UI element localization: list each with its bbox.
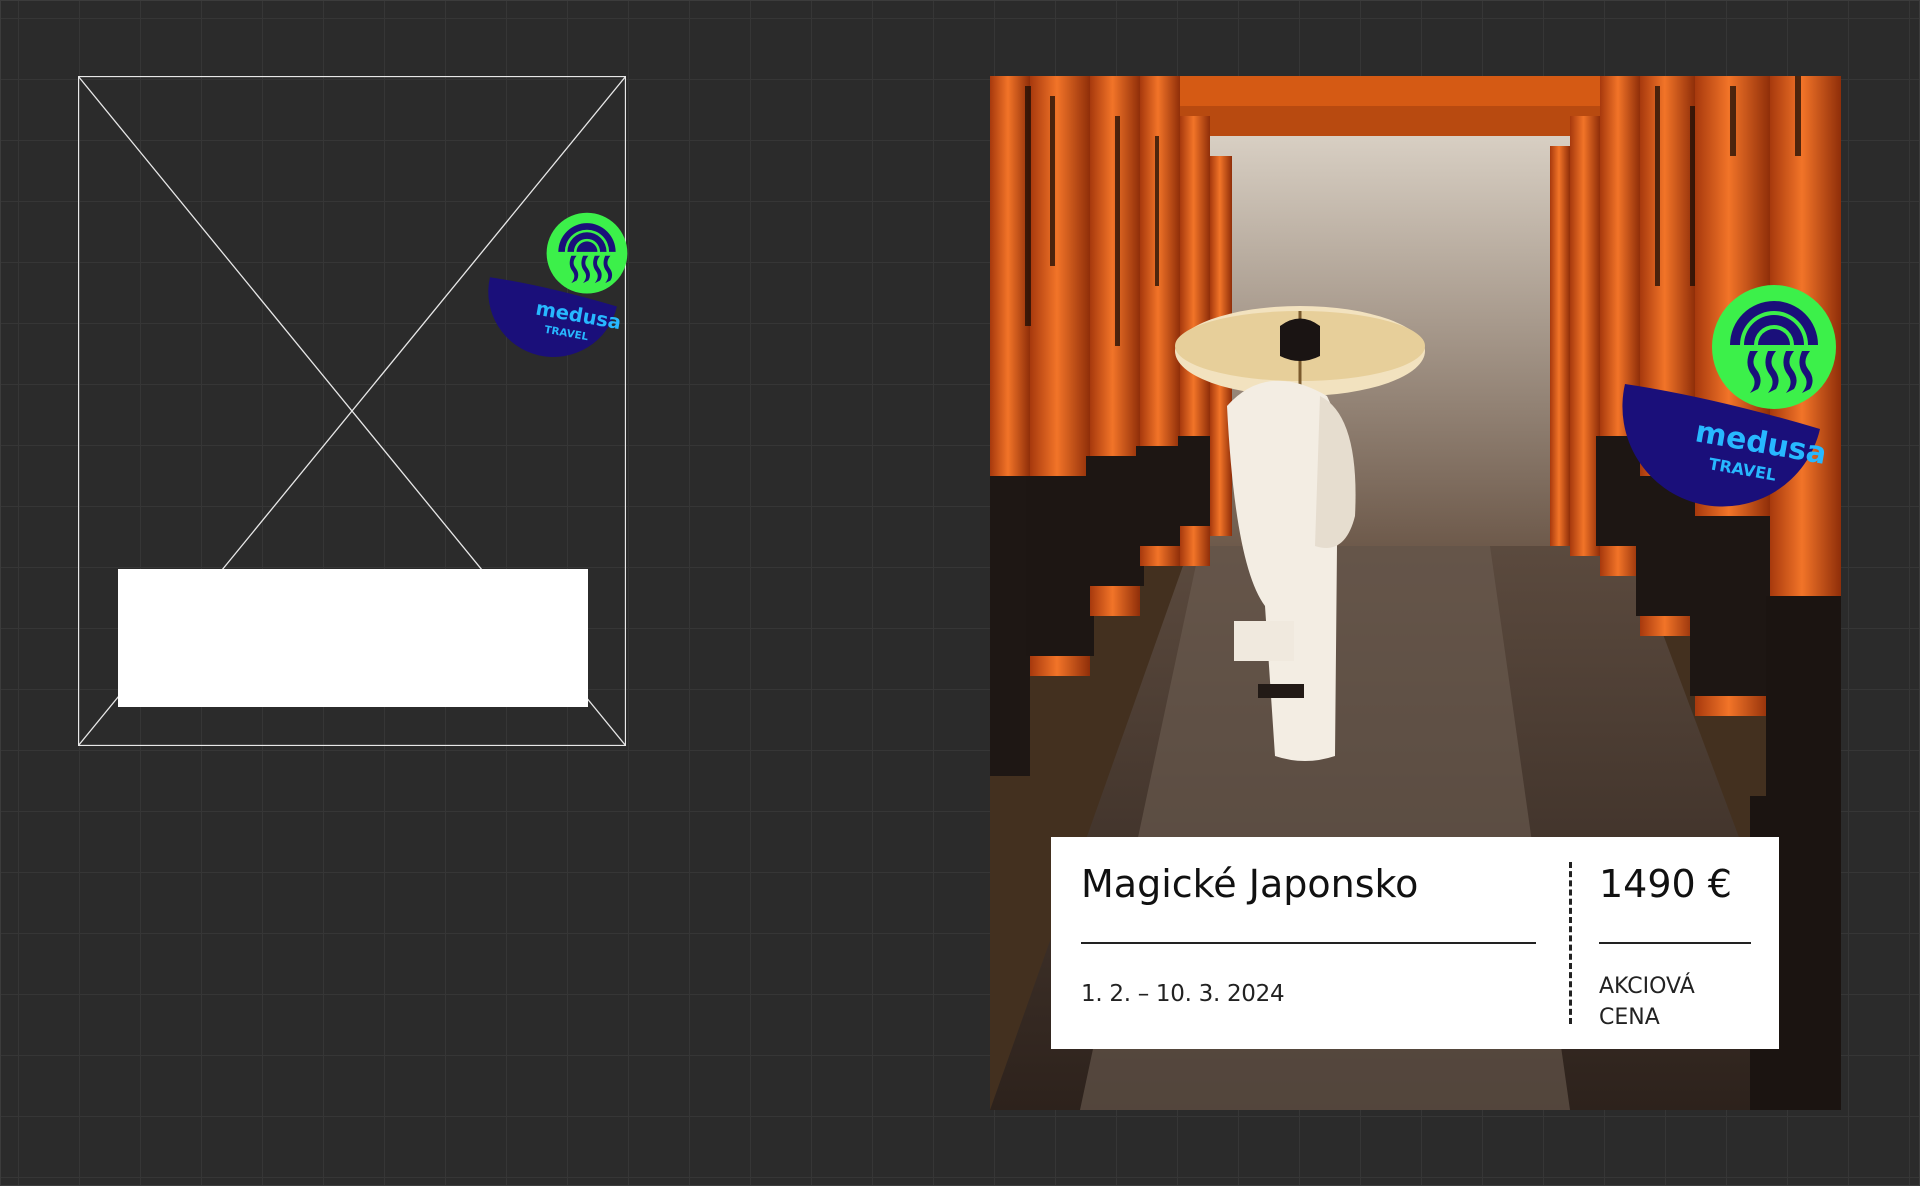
offer-card: Magické Japonsko 1. 2. – 10. 3. 2024 149… [1051,837,1779,1049]
price-note-line1: AKCIOVÁ [1599,974,1695,999]
trip-price: 1490 € [1599,862,1732,906]
trip-title: Magické Japonsko [1081,862,1419,906]
price-note: AKCIOVÁ CENA [1599,971,1769,1033]
medusa-travel-logo: medusa TRAVEL [1622,279,1837,519]
wireframe-layout[interactable]: medusa TRAVEL [78,76,628,746]
price-divider [1599,942,1751,944]
title-divider [1081,942,1536,944]
medusa-travel-logo: medusa TRAVEL [488,207,628,367]
trip-dates: 1. 2. – 10. 3. 2024 [1081,981,1285,1007]
price-note-line2: CENA [1599,1005,1660,1030]
travel-poster[interactable]: medusa TRAVEL Magické Japonsko 1. 2. – 1… [990,76,1841,1110]
dashed-separator [1569,862,1572,1024]
text-box-placeholder [118,569,588,707]
